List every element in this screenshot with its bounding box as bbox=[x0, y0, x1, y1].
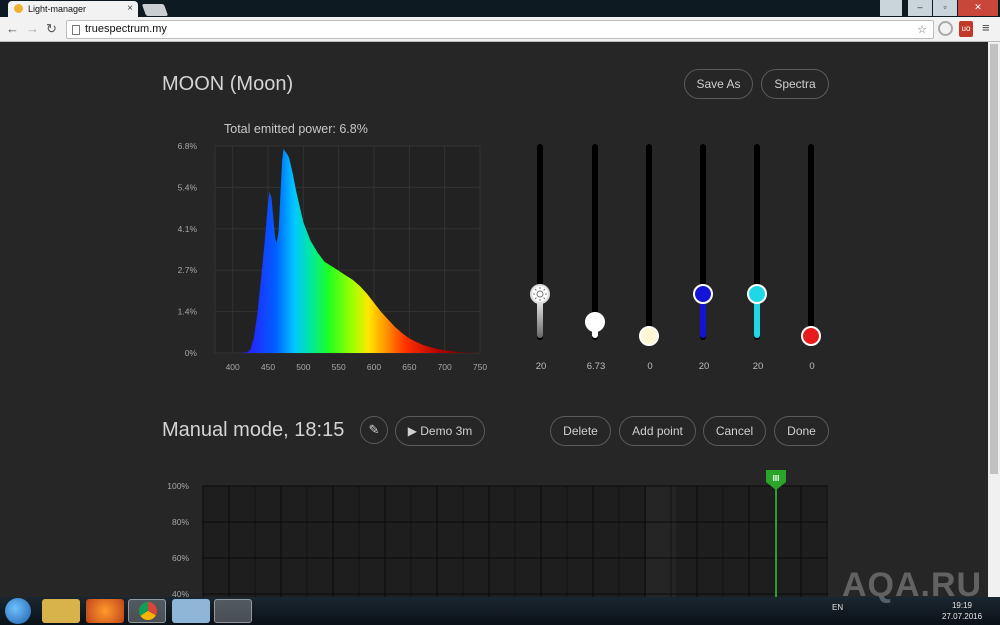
calculator-app-icon[interactable] bbox=[172, 599, 210, 623]
timeline-highlight bbox=[646, 486, 676, 597]
cyan-knob[interactable] bbox=[747, 284, 767, 304]
bulb-icon[interactable] bbox=[585, 311, 605, 332]
ublock-extension-icon[interactable]: uo bbox=[959, 21, 973, 37]
x-tick-label: 700 bbox=[438, 362, 452, 372]
y-tick-label: 4.1% bbox=[178, 224, 198, 234]
timeline-plot-area[interactable] bbox=[203, 486, 828, 597]
slider-channel-4[interactable]: 20 bbox=[675, 142, 729, 382]
back-button[interactable]: ← bbox=[6, 21, 19, 36]
browser-tab[interactable]: Light-manager × bbox=[8, 1, 138, 17]
x-tick-label: 600 bbox=[367, 362, 381, 372]
done-button[interactable]: Done bbox=[774, 416, 829, 446]
x-tick-label: 500 bbox=[296, 362, 310, 372]
y-tick-label: 2.7% bbox=[178, 265, 198, 275]
reload-button[interactable]: ↻ bbox=[46, 21, 57, 37]
x-tick-label: 650 bbox=[402, 362, 416, 372]
slider-channel-1[interactable]: 20 bbox=[512, 142, 566, 382]
explorer-app-icon[interactable] bbox=[42, 599, 80, 623]
demo-label: Demo 3m bbox=[420, 424, 473, 438]
new-tab-button[interactable] bbox=[141, 4, 169, 16]
address-bar[interactable]: truespectrum.my ☆ bbox=[66, 20, 934, 39]
clock-date: 27.07.2016 bbox=[942, 612, 983, 621]
timeline-y-label: 40% bbox=[172, 589, 189, 597]
page-scrollbar[interactable] bbox=[988, 42, 1000, 597]
bookmark-star-icon[interactable]: ☆ bbox=[917, 23, 927, 36]
blue-knob[interactable] bbox=[693, 284, 713, 304]
timeline-y-label: 100% bbox=[167, 481, 189, 491]
start-button[interactable] bbox=[5, 598, 31, 624]
extension-icon[interactable] bbox=[938, 21, 953, 36]
x-tick-label: 750 bbox=[473, 362, 487, 372]
slider-value: 20 bbox=[698, 361, 710, 372]
paint-app-icon[interactable] bbox=[214, 599, 252, 623]
slider-channel-3[interactable]: 0 bbox=[621, 142, 675, 382]
tab-title: Light-manager bbox=[28, 4, 87, 14]
slider-value: 20 bbox=[535, 361, 547, 372]
handle-grip-icon: III bbox=[773, 474, 780, 483]
timeline-y-label: 60% bbox=[172, 553, 189, 563]
y-tick-label: 5.4% bbox=[178, 182, 198, 192]
spectrum-chart: 0% 1.4% 2.7% 4.1% 5.4% 6.8% 400 450 500 550 600 65… bbox=[178, 141, 488, 372]
browser-tab-strip: Light-manager × ‒ ▫ ✕ bbox=[0, 0, 1000, 17]
x-tick-label: 450 bbox=[261, 362, 275, 372]
tab-close-icon[interactable]: × bbox=[127, 3, 133, 14]
timeline-y-ticks: 100% 80% 60% 40% bbox=[167, 481, 189, 597]
save-as-button[interactable]: Save As bbox=[684, 69, 753, 99]
slider-value: 20 bbox=[752, 361, 764, 372]
x-axis-ticks: 400 450 500 550 600 650 700 750 bbox=[226, 362, 488, 372]
forward-button[interactable]: → bbox=[26, 21, 39, 36]
maximize-button[interactable]: ▫ bbox=[933, 0, 957, 16]
edit-pencil-icon[interactable]: ✎ bbox=[360, 416, 388, 444]
schedule-timeline[interactable]: 100% 80% 60% 40% III bbox=[160, 470, 840, 597]
y-tick-label: 0% bbox=[185, 348, 198, 358]
slider-channel-5[interactable]: 20 bbox=[729, 142, 783, 382]
window-controls: ‒ ▫ ✕ bbox=[907, 0, 998, 16]
spectra-button[interactable]: Spectra bbox=[761, 69, 829, 99]
red-knob[interactable] bbox=[801, 326, 821, 346]
page-content: MOON (Moon) Save As Spectra Total emitte… bbox=[0, 42, 988, 597]
url-text: truespectrum.my bbox=[85, 23, 167, 35]
firefox-app-icon[interactable] bbox=[86, 599, 124, 623]
close-window-button[interactable]: ✕ bbox=[958, 0, 998, 16]
warm-white-knob[interactable] bbox=[639, 326, 659, 346]
slider-track[interactable] bbox=[808, 144, 814, 340]
page-title: MOON (Moon) bbox=[162, 73, 294, 95]
sun-icon[interactable] bbox=[530, 284, 550, 304]
slider-track[interactable] bbox=[592, 144, 598, 340]
y-tick-label: 1.4% bbox=[178, 307, 198, 317]
watermark: AQA.RU bbox=[842, 566, 983, 604]
slider-value: 0 bbox=[647, 361, 653, 372]
scrollbar-thumb[interactable] bbox=[990, 44, 998, 474]
x-tick-label: 550 bbox=[332, 362, 346, 372]
slider-channel-2[interactable]: 6.73 bbox=[567, 142, 621, 382]
mode-title: Manual mode, 18:15 bbox=[162, 419, 345, 441]
cancel-button[interactable]: Cancel bbox=[703, 416, 766, 446]
user-profile-button[interactable] bbox=[880, 0, 902, 16]
chrome-app-icon[interactable] bbox=[128, 599, 166, 623]
browser-toolbar: ← → ↻ truespectrum.my ☆ uo ≡ bbox=[0, 17, 1000, 42]
slider-value: 6.73 bbox=[586, 361, 606, 372]
browser-menu-icon[interactable]: ≡ bbox=[982, 20, 990, 35]
favicon-icon bbox=[14, 4, 23, 13]
slider-value: 0 bbox=[809, 361, 815, 372]
minimize-button[interactable]: ‒ bbox=[908, 0, 932, 16]
slider-channel-6[interactable]: 0 bbox=[783, 142, 837, 382]
y-tick-label: 6.8% bbox=[178, 141, 198, 151]
slider-track[interactable] bbox=[646, 144, 652, 340]
delete-button[interactable]: Delete bbox=[550, 416, 611, 446]
add-point-button[interactable]: Add point bbox=[619, 416, 696, 446]
y-axis-ticks: 0% 1.4% 2.7% 4.1% 5.4% 6.8% bbox=[178, 141, 198, 358]
play-icon: ▶ bbox=[407, 424, 421, 438]
page-icon bbox=[72, 25, 80, 35]
demo-button[interactable]: ▶ Demo 3m bbox=[395, 416, 485, 446]
total-power-label: Total emitted power: 6.8% bbox=[224, 122, 368, 136]
x-tick-label: 400 bbox=[226, 362, 240, 372]
timeline-y-label: 80% bbox=[172, 517, 189, 527]
